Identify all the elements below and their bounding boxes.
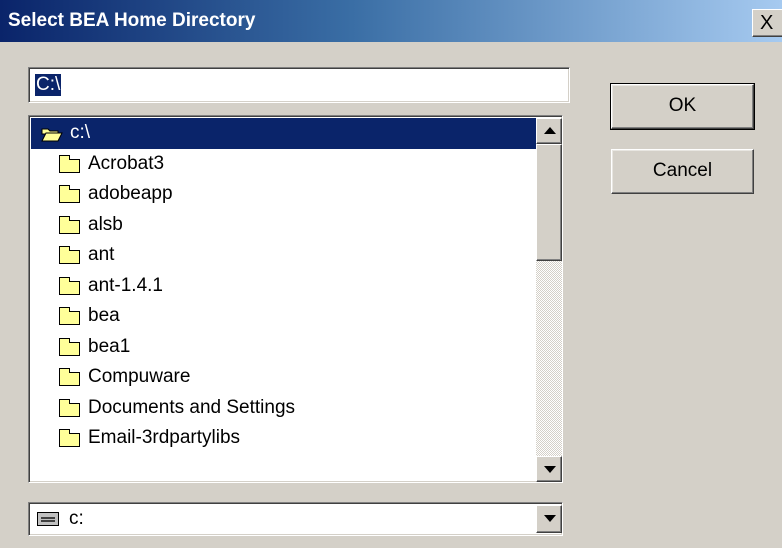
folder-icon <box>59 185 81 204</box>
folder-list-item-label: Documents and Settings <box>88 396 296 418</box>
folder-list-item[interactable]: Email-3rdpartylibs <box>31 423 536 454</box>
close-button[interactable]: X <box>752 9 782 37</box>
chevron-down-icon <box>544 515 556 522</box>
scroll-up-button[interactable] <box>536 118 562 144</box>
folder-list-item[interactable]: ant-1.4.1 <box>31 271 536 302</box>
folder-list-item[interactable]: bea <box>31 301 536 332</box>
folder-list-item[interactable]: ant <box>31 240 536 271</box>
folder-list-item-label: alsb <box>88 213 123 235</box>
drive-dropdown-button[interactable] <box>536 505 562 533</box>
folder-list-item[interactable]: Documents and Settings <box>31 393 536 424</box>
window-title: Select BEA Home Directory <box>8 10 256 31</box>
folder-icon <box>59 276 81 295</box>
folder-list[interactable]: c:\ Acrobat3 adobeapp alsb ant ant-1.4.1 bea be… <box>28 115 563 483</box>
close-icon: X <box>760 12 774 34</box>
folder-list-item-label: bea1 <box>88 335 131 357</box>
folder-list-item[interactable]: alsb <box>31 210 536 241</box>
folder-list-item-label: bea <box>88 305 120 327</box>
folder-list-rows: c:\ Acrobat3 adobeapp alsb ant ant-1.4.1 bea be… <box>31 118 536 454</box>
folder-icon <box>59 154 81 173</box>
folder-list-item-label: adobeapp <box>88 183 173 205</box>
scroll-down-button[interactable] <box>536 456 562 482</box>
folder-icon <box>59 307 81 326</box>
drive-icon <box>37 512 59 526</box>
folder-list-item[interactable]: Compuware <box>31 362 536 393</box>
folder-list-item-label: Acrobat3 <box>88 152 165 174</box>
cancel-button[interactable]: Cancel <box>611 149 754 194</box>
vertical-scrollbar[interactable] <box>536 118 562 482</box>
directory-path-value: C:\ <box>33 73 63 97</box>
arrow-down-icon <box>544 466 556 473</box>
folder-icon <box>59 246 81 265</box>
open-folder-icon <box>41 124 63 142</box>
scroll-thumb[interactable] <box>536 144 562 261</box>
folder-list-item-label: Email-3rdpartylibs <box>88 427 241 449</box>
folder-list-item-label: c:\ <box>70 122 91 144</box>
title-bar: Select BEA Home Directory X <box>0 0 782 42</box>
folder-list-item[interactable]: Acrobat3 <box>31 149 536 180</box>
folder-icon <box>59 215 81 234</box>
drive-select[interactable]: c: <box>28 502 563 536</box>
drive-select-value: c: <box>69 508 84 529</box>
directory-path-input[interactable]: C:\ <box>28 67 570 103</box>
folder-icon <box>59 398 81 417</box>
folder-list-item[interactable]: adobeapp <box>31 179 536 210</box>
folder-icon <box>59 337 81 356</box>
folder-list-item[interactable]: c:\ <box>31 118 536 149</box>
arrow-up-icon <box>544 127 556 134</box>
folder-icon <box>59 368 81 387</box>
folder-list-item-label: ant-1.4.1 <box>88 274 163 296</box>
folder-list-item[interactable]: bea1 <box>31 332 536 363</box>
folder-list-item-label: Compuware <box>88 366 191 388</box>
folder-icon <box>59 429 81 448</box>
ok-button[interactable]: OK <box>610 83 755 130</box>
folder-list-item-label: ant <box>88 244 115 266</box>
